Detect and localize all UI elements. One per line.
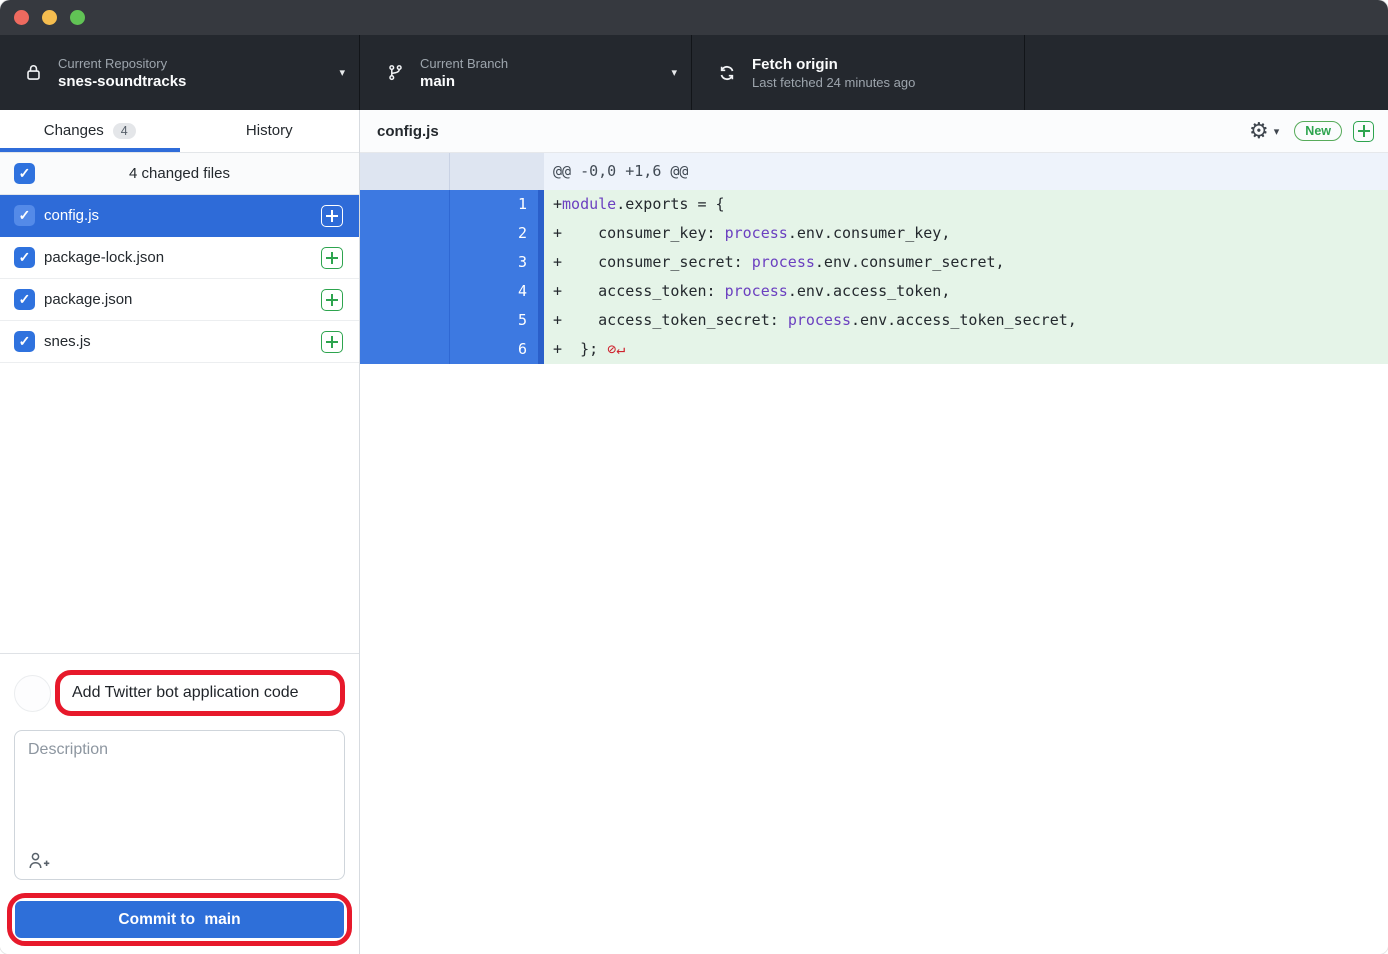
diff-line-code: + }; ⊘↵ bbox=[544, 335, 1388, 364]
file-checkbox[interactable] bbox=[14, 205, 35, 226]
commit-button-branch: main bbox=[204, 911, 240, 928]
diff-line-code: + consumer_key: process.env.consumer_key… bbox=[544, 219, 1388, 248]
diff-line-6[interactable]: 6 + }; ⊘↵ bbox=[360, 335, 1388, 364]
dropdown-caret-icon[interactable] bbox=[1274, 125, 1280, 138]
commit-form: Commit to main bbox=[0, 653, 359, 954]
gutter-new-line-number: 3 bbox=[450, 248, 538, 277]
window-controls bbox=[14, 10, 85, 25]
file-checkbox[interactable] bbox=[14, 289, 35, 310]
last-fetched-text: Last fetched 24 minutes ago bbox=[752, 75, 915, 90]
diff-view: config.js New @@ -0,0 +1,6 @@ 1 bbox=[360, 110, 1388, 954]
gutter-new-line-number: 6 bbox=[450, 335, 538, 364]
diff-line-1[interactable]: 1 +module.exports = { bbox=[360, 190, 1388, 219]
person-add-icon[interactable] bbox=[28, 851, 51, 870]
file-row-package-lock-json[interactable]: package-lock.json bbox=[0, 237, 359, 279]
chevron-down-icon bbox=[671, 66, 677, 79]
toolbar-spacer bbox=[1025, 35, 1388, 110]
changed-files-count: 4 changed files bbox=[129, 165, 230, 182]
commit-to-main-button[interactable]: Commit to main bbox=[15, 901, 344, 938]
gutter-old bbox=[360, 335, 450, 364]
titlebar bbox=[0, 0, 1388, 35]
tab-changes[interactable]: Changes 4 bbox=[0, 110, 180, 152]
changes-sidebar: Changes 4 History 4 changed files config… bbox=[0, 110, 360, 954]
new-file-badge: New bbox=[1294, 121, 1342, 141]
file-name: snes.js bbox=[44, 333, 91, 350]
commit-summary-input[interactable] bbox=[60, 684, 340, 702]
file-row-snes-js[interactable]: snes.js bbox=[0, 321, 359, 363]
gear-icon[interactable] bbox=[1249, 118, 1269, 144]
diff-content[interactable]: @@ -0,0 +1,6 @@ 1 +module.exports = { 2 … bbox=[360, 153, 1388, 954]
git-branch-icon bbox=[384, 64, 406, 81]
gutter-new-line-number: 2 bbox=[450, 219, 538, 248]
tab-history-label: History bbox=[246, 122, 293, 139]
branch-label: Current Branch bbox=[420, 56, 508, 71]
added-file-icon bbox=[321, 331, 343, 353]
changes-count-badge: 4 bbox=[113, 123, 136, 139]
gutter-old bbox=[360, 190, 450, 219]
summary-highlight-annotation bbox=[55, 670, 345, 716]
diff-line-code: + consumer_secret: process.env.consumer_… bbox=[544, 248, 1388, 277]
diff-filename: config.js bbox=[377, 123, 439, 140]
select-all-checkbox[interactable] bbox=[14, 163, 35, 184]
gutter-old bbox=[360, 248, 450, 277]
commit-description-box bbox=[14, 730, 345, 880]
gutter-old bbox=[360, 277, 450, 306]
hunk-header-row: @@ -0,0 +1,6 @@ bbox=[360, 153, 1388, 190]
close-button[interactable] bbox=[14, 10, 29, 25]
file-list-empty-space bbox=[0, 363, 359, 653]
file-name: package.json bbox=[44, 291, 132, 308]
chevron-down-icon bbox=[339, 66, 345, 79]
commit-description-input[interactable] bbox=[28, 741, 331, 845]
lock-icon bbox=[22, 63, 44, 82]
current-branch-dropdown[interactable]: Current Branch main bbox=[360, 35, 692, 110]
gutter-old bbox=[360, 219, 450, 248]
diff-line-3[interactable]: 3 + consumer_secret: process.env.consume… bbox=[360, 248, 1388, 277]
diff-line-2[interactable]: 2 + consumer_key: process.env.consumer_k… bbox=[360, 219, 1388, 248]
gutter-new-line-number: 4 bbox=[450, 277, 538, 306]
file-name: package-lock.json bbox=[44, 249, 164, 266]
repository-label: Current Repository bbox=[58, 56, 186, 71]
fetch-origin-label: Fetch origin bbox=[752, 56, 915, 73]
file-row-config-js[interactable]: config.js bbox=[0, 195, 359, 237]
fetch-origin-button[interactable]: Fetch origin Last fetched 24 minutes ago bbox=[692, 35, 1025, 110]
gutter-old bbox=[360, 153, 450, 190]
gutter-new bbox=[450, 153, 538, 190]
toolbar: Current Repository snes-soundtracks Curr… bbox=[0, 35, 1388, 110]
file-row-package-json[interactable]: package.json bbox=[0, 279, 359, 321]
tab-history[interactable]: History bbox=[180, 110, 360, 152]
current-repository-dropdown[interactable]: Current Repository snes-soundtracks bbox=[0, 35, 360, 110]
sync-icon bbox=[716, 64, 738, 82]
gutter-new-line-number: 1 bbox=[450, 190, 538, 219]
diff-line-code: + access_token: process.env.access_token… bbox=[544, 277, 1388, 306]
tab-changes-label: Changes bbox=[44, 122, 104, 139]
diff-line-code: + access_token_secret: process.env.acces… bbox=[544, 306, 1388, 335]
diff-line-4[interactable]: 4 + access_token: process.env.access_tok… bbox=[360, 277, 1388, 306]
changed-files-header: 4 changed files bbox=[0, 153, 359, 195]
added-file-icon bbox=[321, 289, 343, 311]
gutter-new-line-number: 5 bbox=[450, 306, 538, 335]
zoom-button[interactable] bbox=[70, 10, 85, 25]
branch-name: main bbox=[420, 73, 508, 90]
file-checkbox[interactable] bbox=[14, 331, 35, 352]
hunk-header-text: @@ -0,0 +1,6 @@ bbox=[544, 153, 1388, 190]
file-checkbox[interactable] bbox=[14, 247, 35, 268]
no-newline-icon: ⊘↵ bbox=[607, 340, 625, 358]
sidebar-tabs: Changes 4 History bbox=[0, 110, 359, 153]
add-icon[interactable] bbox=[1353, 121, 1374, 142]
diff-header: config.js New bbox=[360, 110, 1388, 153]
commit-button-highlight-annotation: Commit to main bbox=[7, 893, 352, 946]
file-name: config.js bbox=[44, 207, 99, 224]
github-desktop-window: Current Repository snes-soundtracks Curr… bbox=[0, 0, 1388, 954]
diff-line-code: +module.exports = { bbox=[544, 190, 1388, 219]
avatar bbox=[14, 675, 51, 712]
added-file-icon bbox=[321, 247, 343, 269]
repository-name: snes-soundtracks bbox=[58, 73, 186, 90]
minimize-button[interactable] bbox=[42, 10, 57, 25]
added-file-icon bbox=[321, 205, 343, 227]
diff-line-5[interactable]: 5 + access_token_secret: process.env.acc… bbox=[360, 306, 1388, 335]
gutter-old bbox=[360, 306, 450, 335]
commit-button-label: Commit to bbox=[118, 911, 195, 928]
